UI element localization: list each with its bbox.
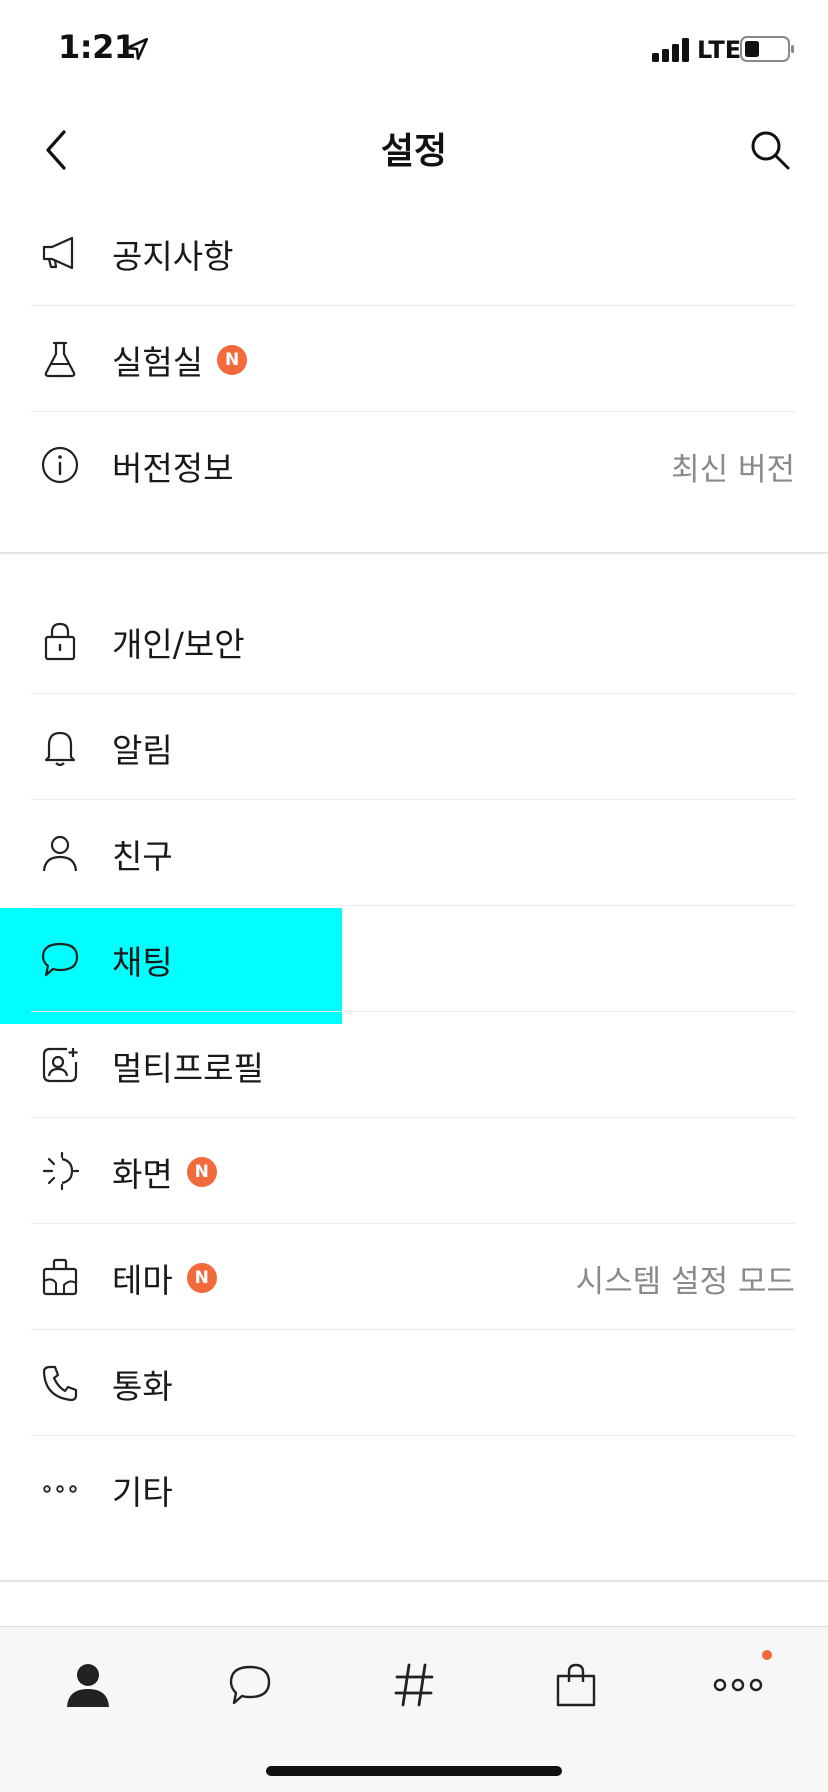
settings-item-privacy[interactable]: 개인/보안 bbox=[0, 588, 828, 694]
multi-profile-icon bbox=[42, 1047, 78, 1083]
megaphone-icon bbox=[42, 236, 74, 270]
settings-item-label: 버전정보 bbox=[112, 449, 234, 488]
new-badge: N bbox=[186, 1157, 217, 1187]
person-icon bbox=[42, 835, 78, 872]
info-icon bbox=[41, 446, 79, 484]
home-indicator bbox=[266, 1766, 562, 1776]
signal-icon bbox=[652, 38, 689, 62]
settings-item-chat[interactable]: 채팅 bbox=[0, 906, 828, 1012]
friends-tab-icon bbox=[67, 1664, 109, 1707]
theme-icon bbox=[42, 1258, 78, 1296]
settings-item-friends[interactable]: 친구 bbox=[0, 800, 828, 906]
settings-item-theme[interactable]: 테마 N 시스템 설정 모드 bbox=[0, 1224, 828, 1330]
location-arrow-icon bbox=[125, 37, 149, 61]
tab-friends[interactable] bbox=[48, 1653, 128, 1717]
settings-item-label: 테마 bbox=[112, 1261, 173, 1300]
chat-bubble-icon bbox=[41, 942, 79, 977]
network-label: LTE bbox=[697, 36, 742, 64]
version-status: 최신 버전 bbox=[671, 452, 795, 488]
section-divider bbox=[0, 552, 828, 554]
settings-item-lab[interactable]: 실험실 N bbox=[0, 306, 828, 412]
settings-item-notifications[interactable]: 알림 bbox=[0, 694, 828, 800]
settings-item-call[interactable]: 통화 bbox=[0, 1330, 828, 1436]
theme-value: 시스템 설정 모드 bbox=[575, 1264, 795, 1300]
more-dots-icon bbox=[43, 1485, 77, 1493]
search-icon bbox=[751, 131, 790, 170]
more-tab-icon bbox=[713, 1678, 763, 1692]
settings-item-etc[interactable]: 기타 bbox=[0, 1436, 828, 1542]
search-button[interactable] bbox=[740, 118, 800, 182]
settings-item-label: 통화 bbox=[112, 1367, 173, 1406]
shopping-tab-icon bbox=[556, 1663, 596, 1707]
settings-item-version[interactable]: 버전정보 최신 버전 bbox=[0, 412, 828, 518]
settings-item-label: 멀티프로필 bbox=[112, 1049, 264, 1088]
settings-item-label: 알림 bbox=[112, 731, 173, 770]
phone-icon bbox=[42, 1365, 78, 1402]
settings-item-label: 실험실 bbox=[112, 343, 204, 382]
settings-item-notice[interactable]: 공지사항 bbox=[0, 200, 828, 306]
new-badge: N bbox=[186, 1263, 217, 1293]
settings-item-display[interactable]: 화면 N bbox=[0, 1118, 828, 1224]
battery-icon bbox=[740, 36, 794, 62]
settings-item-multiprofile[interactable]: 멀티프로필 bbox=[0, 1012, 828, 1118]
display-icon bbox=[42, 1151, 80, 1191]
tab-more[interactable] bbox=[698, 1653, 778, 1717]
settings-item-label: 공지사항 bbox=[112, 237, 234, 276]
more-notification-dot bbox=[762, 1650, 772, 1660]
tab-shopping[interactable] bbox=[536, 1653, 616, 1717]
status-bar: 1:21 LTE bbox=[0, 0, 828, 100]
settings-item-label: 친구 bbox=[112, 837, 173, 876]
flask-icon bbox=[44, 341, 76, 378]
bell-icon bbox=[44, 731, 76, 767]
nav-bar: 설정 bbox=[0, 100, 828, 200]
settings-item-label: 화면 bbox=[112, 1155, 173, 1194]
settings-item-label: 기타 bbox=[112, 1473, 173, 1512]
page-title: 설정 bbox=[380, 131, 448, 172]
chats-tab-icon bbox=[229, 1665, 271, 1705]
tab-chats[interactable] bbox=[210, 1653, 290, 1717]
hashtag-tab-icon bbox=[394, 1663, 434, 1707]
lock-icon bbox=[44, 622, 76, 661]
settings-item-label: 개인/보안 bbox=[112, 625, 245, 664]
new-badge: N bbox=[217, 345, 248, 375]
section-divider bbox=[0, 1580, 828, 1582]
settings-item-label: 채팅 bbox=[112, 943, 173, 982]
tab-open-chat[interactable] bbox=[374, 1653, 454, 1717]
